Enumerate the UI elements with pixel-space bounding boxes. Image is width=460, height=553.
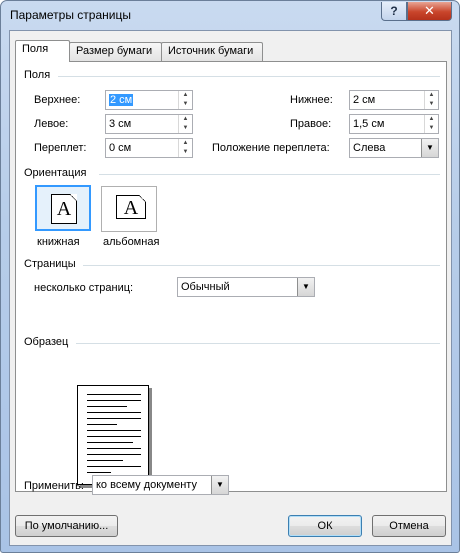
preview-text-line <box>87 418 141 419</box>
tab-panel-margins: Поля Верхнее: 2 см ▲ ▼ Левое: 3 см ▲ ▼ Пер… <box>15 61 447 492</box>
multiple-pages-select[interactable]: Обычный ▼ <box>177 277 315 297</box>
top-margin-spinner[interactable]: 2 см ▲ ▼ <box>105 90 193 110</box>
help-button[interactable]: ? <box>381 2 407 21</box>
tab-margins[interactable]: Поля <box>15 40 70 62</box>
gutter-spinner[interactable]: 0 см ▲ ▼ <box>105 138 193 158</box>
portrait-label[interactable]: книжная <box>37 236 80 248</box>
orientation-divider <box>99 174 440 175</box>
apply-to-select[interactable]: ко всему документу ▼ <box>92 475 229 495</box>
spin-up-icon[interactable]: ▲ <box>425 115 438 124</box>
preview-text-line <box>87 448 141 449</box>
spin-down-icon[interactable]: ▼ <box>179 100 192 109</box>
dialog-client-area: Поля Размер бумаги Источник бумаги Поля … <box>9 30 452 546</box>
pages-divider <box>83 265 440 266</box>
multiple-pages-label: несколько страниц: <box>34 282 134 294</box>
preview-text-line <box>87 466 141 467</box>
tab-paper-size[interactable]: Размер бумаги <box>69 42 162 61</box>
spin-down-icon[interactable]: ▼ <box>425 124 438 133</box>
left-margin-spinner[interactable]: 3 см ▲ ▼ <box>105 114 193 134</box>
pages-group-label: Страницы <box>24 258 76 270</box>
margins-divider <box>58 76 440 77</box>
spin-down-icon[interactable]: ▼ <box>179 124 192 133</box>
title-bar[interactable]: Параметры страницы ? ✕ <box>1 1 459 29</box>
margins-group-label: Поля <box>24 69 51 81</box>
left-margin-value[interactable]: 3 см <box>109 118 131 130</box>
sample-divider <box>76 343 440 344</box>
page-setup-dialog: Параметры страницы ? ✕ Поля Размер бумаг… <box>0 0 460 553</box>
chevron-down-icon[interactable]: ▼ <box>211 476 228 494</box>
page-preview <box>77 385 149 485</box>
spin-up-icon[interactable]: ▲ <box>179 115 192 124</box>
multiple-pages-value: Обычный <box>181 281 230 293</box>
ok-button[interactable]: ОК <box>288 515 362 537</box>
spin-up-icon[interactable]: ▲ <box>179 91 192 100</box>
gutter-label: Переплет: <box>34 142 87 154</box>
right-margin-spinner[interactable]: 1,5 см ▲ ▼ <box>349 114 439 134</box>
tab-paper-source[interactable]: Источник бумаги <box>161 42 263 61</box>
portrait-page-icon: A <box>51 194 77 224</box>
chevron-down-icon[interactable]: ▼ <box>421 139 438 157</box>
sample-group-label: Образец <box>24 336 69 348</box>
landscape-page-icon: A <box>116 195 146 219</box>
preview-text-line <box>87 454 141 455</box>
left-margin-label: Левое: <box>34 118 69 130</box>
spin-up-icon[interactable]: ▲ <box>425 91 438 100</box>
gutter-value[interactable]: 0 см <box>109 142 131 154</box>
spin-down-icon[interactable]: ▼ <box>425 100 438 109</box>
window-title: Параметры страницы <box>10 8 131 22</box>
close-button[interactable]: ✕ <box>407 2 452 21</box>
landscape-label[interactable]: альбомная <box>103 236 159 248</box>
bottom-margin-label: Нижнее: <box>290 94 333 106</box>
preview-text-line <box>87 406 127 407</box>
top-margin-value[interactable]: 2 см <box>109 94 134 106</box>
landscape-option[interactable]: A <box>101 186 157 232</box>
bottom-margin-value[interactable]: 2 см <box>353 94 375 106</box>
apply-to-value: ко всему документу <box>96 479 197 491</box>
portrait-option[interactable]: A <box>35 185 91 231</box>
spin-up-icon[interactable]: ▲ <box>179 139 192 148</box>
bottom-margin-spinner[interactable]: 2 см ▲ ▼ <box>349 90 439 110</box>
right-margin-label: Правое: <box>290 118 332 130</box>
preview-text-line <box>87 430 141 431</box>
set-as-default-button[interactable]: По умолчанию... <box>15 515 118 537</box>
orientation-group-label: Ориентация <box>24 167 87 179</box>
preview-text-line <box>87 460 123 461</box>
preview-text-line <box>87 442 133 443</box>
preview-text-line <box>87 412 141 413</box>
top-margin-label: Верхнее: <box>34 94 81 106</box>
gutter-position-label: Положение переплета: <box>212 142 330 154</box>
preview-text-line <box>87 436 141 437</box>
right-margin-value[interactable]: 1,5 см <box>353 118 384 130</box>
gutter-position-value: Слева <box>353 142 386 154</box>
gutter-position-select[interactable]: Слева ▼ <box>349 138 439 158</box>
apply-to-label: Применить: <box>24 480 84 492</box>
preview-text-line <box>87 472 111 473</box>
preview-text-line <box>87 424 117 425</box>
cancel-button[interactable]: Отмена <box>372 515 446 537</box>
chevron-down-icon[interactable]: ▼ <box>297 278 314 296</box>
preview-text-line <box>87 394 141 395</box>
preview-text-line <box>87 400 141 401</box>
spin-down-icon[interactable]: ▼ <box>179 148 192 157</box>
